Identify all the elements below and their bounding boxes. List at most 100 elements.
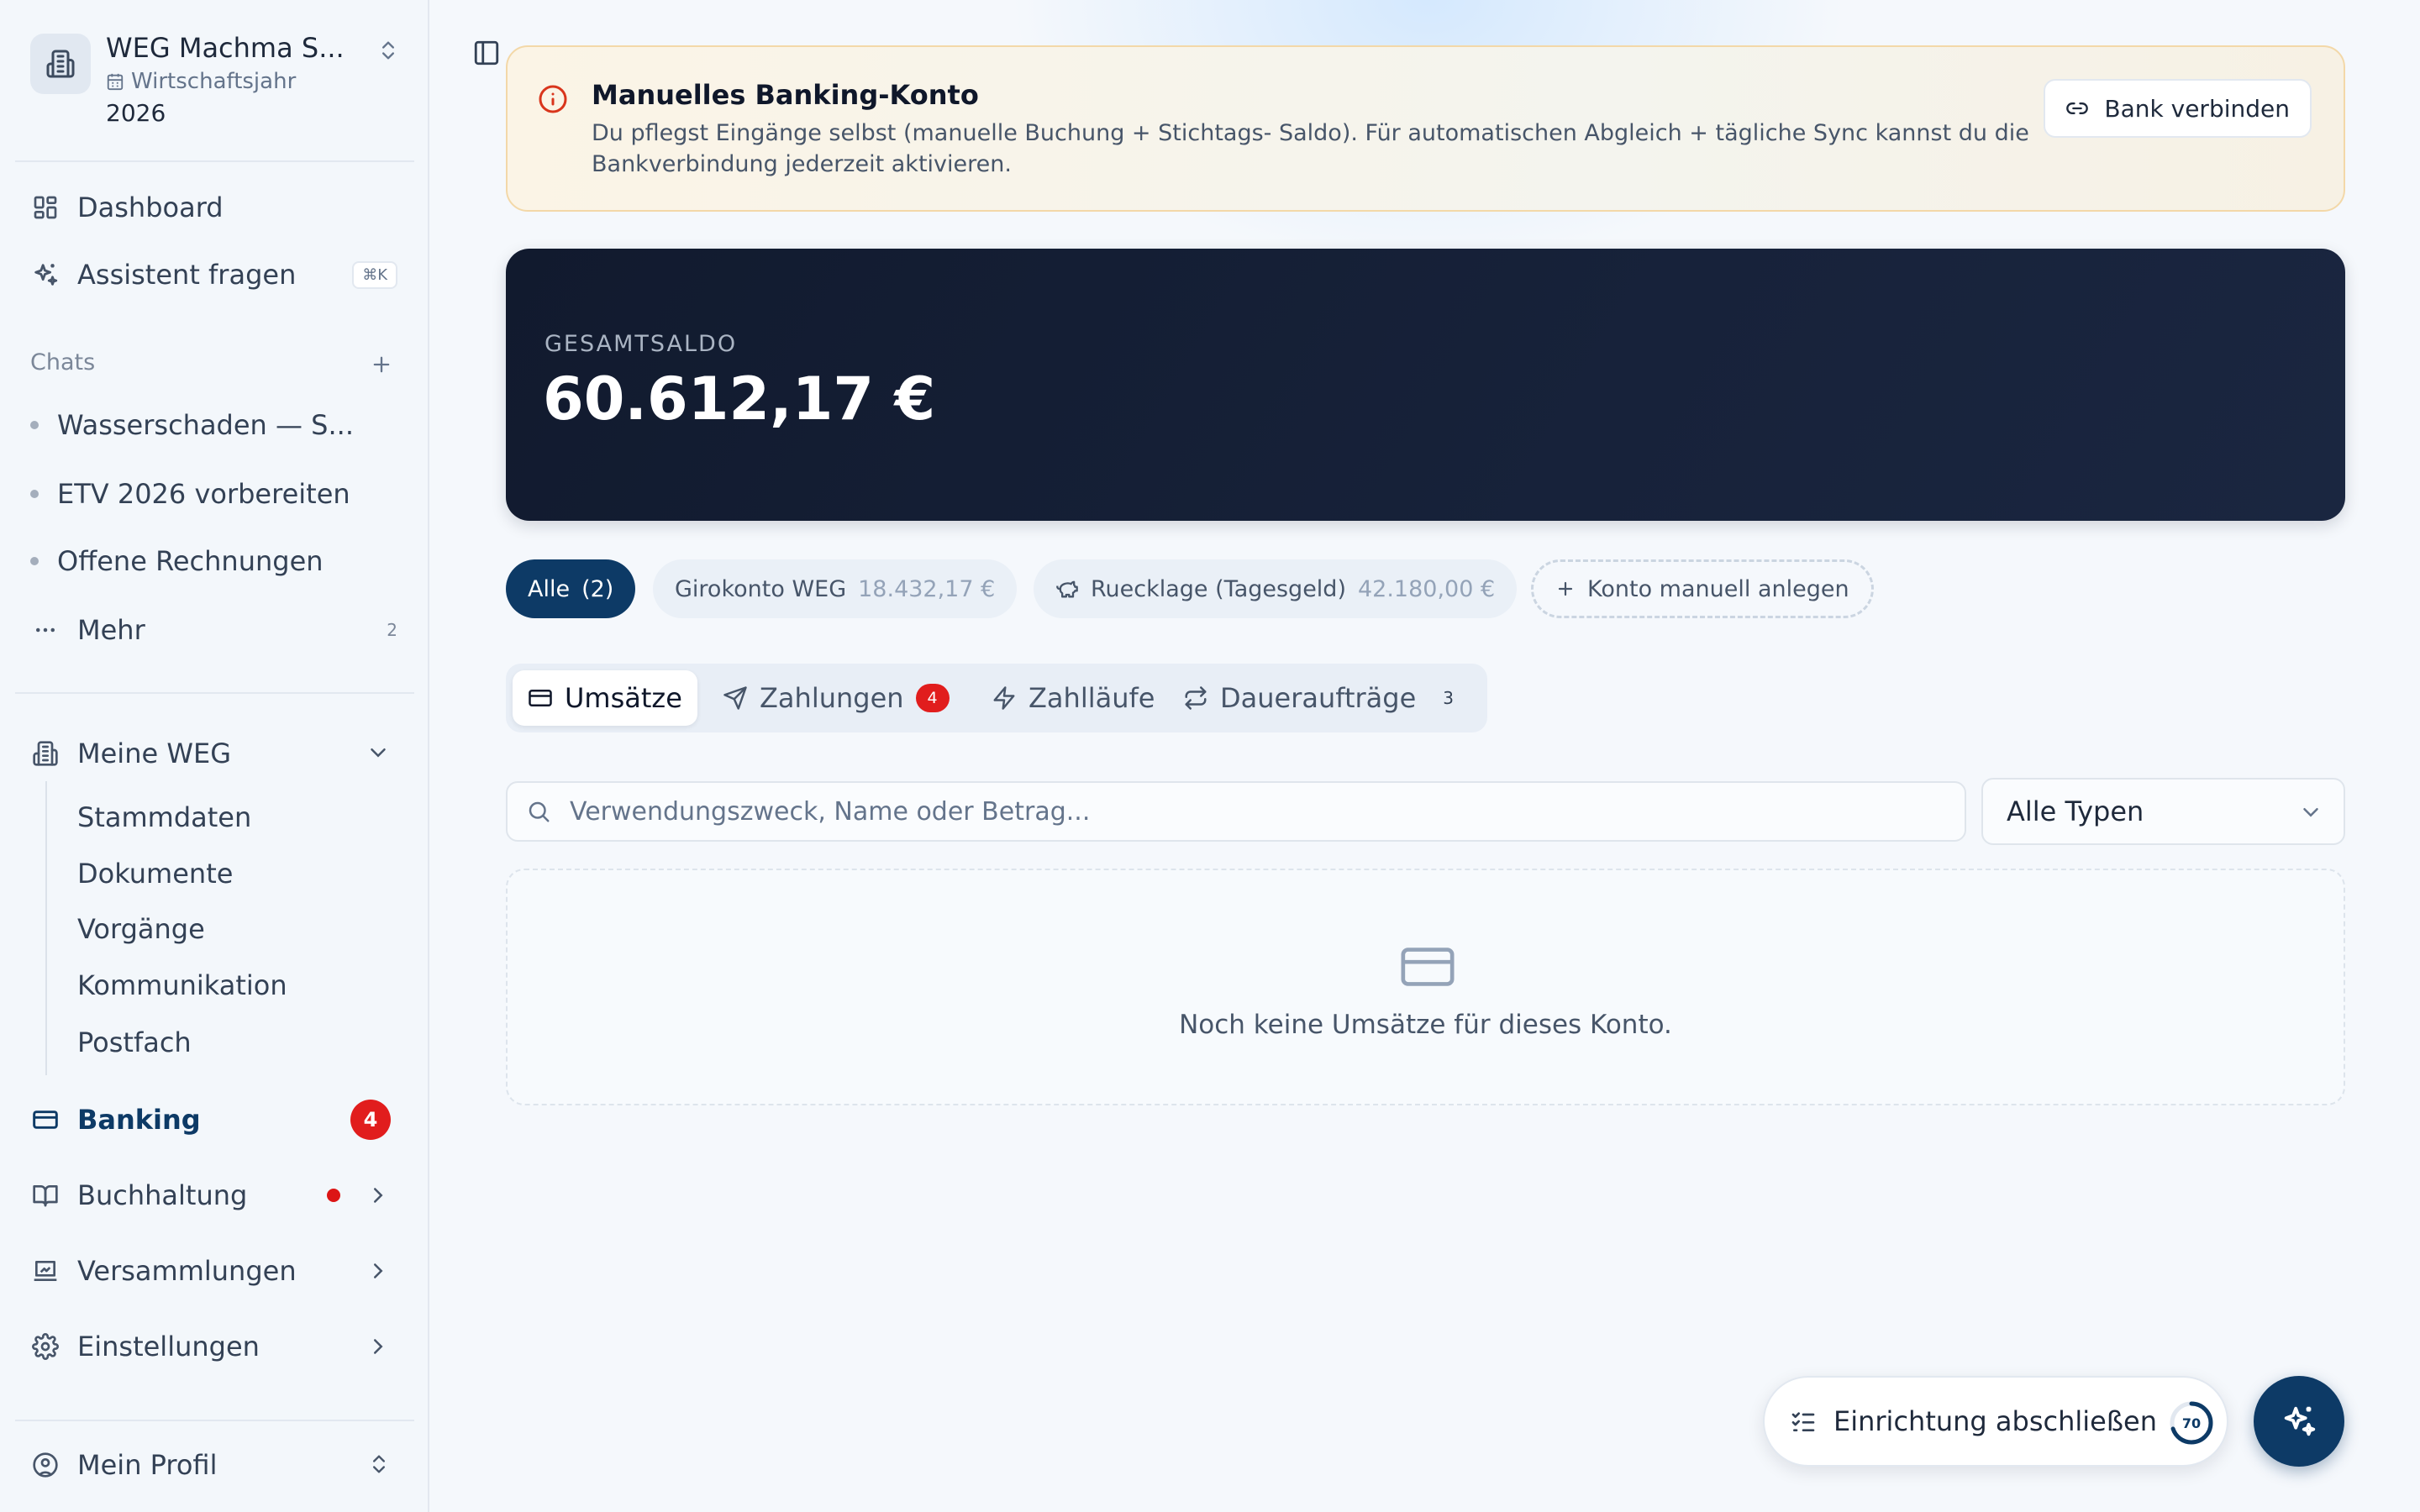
new-chat-plus-icon[interactable] [370, 353, 393, 376]
notification-dot [327, 1189, 340, 1202]
account-chip-amount: 42.180,00 € [1357, 575, 1496, 602]
setup-progress-ring: 70 [2168, 1399, 2215, 1446]
zap-icon [992, 685, 1017, 711]
finish-setup-button[interactable]: Einrichtung abschließen 70 [1763, 1376, 2228, 1467]
building-icon [30, 34, 91, 94]
banner-text: Du pflegst Eingänge selbst (manuelle Buc… [592, 120, 2029, 177]
manual-account-banner: Manuelles Banking-Konto Du pflegst Eingä… [506, 45, 2345, 212]
tab-dauerauftraege-label: Daueraufträge [1220, 682, 1417, 714]
submenu-guide-line [45, 781, 47, 1075]
sidebar-item-postfach[interactable]: Postfach [77, 1026, 192, 1058]
org-switcher[interactable]: WEG Machma S... Wirtschaftsjahr 2026 [30, 30, 400, 131]
nav-dashboard-label: Dashboard [77, 192, 224, 223]
connect-bank-label: Bank verbinden [2104, 94, 2290, 123]
nav-versammlungen[interactable]: Versammlungen [15, 1244, 414, 1298]
standing-orders-count: 3 [1443, 688, 1455, 708]
presentation-icon [30, 1256, 60, 1286]
add-manual-account-label: Konto manuell anlegen [1587, 575, 1849, 602]
credit-card-icon [528, 685, 553, 711]
chats-more[interactable]: Mehr 2 [15, 603, 414, 657]
nav-meine-weg[interactable]: Meine WEG [15, 727, 414, 780]
chats-more-count: 2 [387, 620, 397, 640]
chevron-right-icon [366, 1334, 391, 1359]
total-balance-value: 60.612,17 € [543, 365, 936, 433]
tab-zahllaeufe[interactable]: Zahlläufe [976, 670, 1170, 726]
book-open-icon [30, 1180, 60, 1210]
tab-zahlungen[interactable]: Zahlungen 4 [708, 670, 965, 726]
account-filter-all[interactable]: Alle (2) [506, 559, 636, 618]
send-icon [723, 685, 748, 711]
finish-setup-label: Einrichtung abschließen [1833, 1405, 2157, 1437]
setup-progress-text: 70 [2181, 1415, 2202, 1431]
nav-buchhaltung-label: Buchhaltung [77, 1179, 248, 1211]
sidebar-item-dokumente[interactable]: Dokumente [77, 858, 233, 890]
sidebar-item-stammdaten[interactable]: Stammdaten [77, 801, 251, 833]
nav-meine-weg-label: Meine WEG [77, 738, 231, 769]
nav-einstellungen[interactable]: Einstellungen [15, 1320, 414, 1373]
sidebar: WEG Machma S... Wirtschaftsjahr 2026 Das… [0, 0, 429, 1512]
credit-card-icon [30, 1105, 60, 1135]
info-icon [538, 84, 568, 114]
divider [15, 160, 414, 162]
nav-profile[interactable]: Mein Profil [15, 1438, 414, 1492]
fiscal-year-label: Wirtschaftsjahr [106, 69, 296, 94]
account-chip-ruecklage[interactable]: Ruecklage (Tagesgeld) 42.180,00 € [1034, 559, 1518, 618]
building-icon [30, 738, 60, 769]
total-balance-card: GESAMTSALDO 60.612,17 € [506, 249, 2345, 521]
transactions-empty-state: Noch keine Umsätze für dieses Konto. [506, 869, 2345, 1105]
nav-buchhaltung[interactable]: Buchhaltung [15, 1168, 414, 1222]
chat-item[interactable]: ETV 2026 vorbereiten [30, 469, 400, 519]
search-icon [526, 799, 551, 824]
chat-item[interactable]: Wasserschaden — S... [30, 400, 400, 450]
chevron-down-icon [366, 740, 391, 765]
nav-assistant-label: Assistent fragen [77, 259, 297, 291]
fiscal-year-text: Wirtschaftsjahr [131, 69, 297, 94]
banking-badge: 4 [350, 1100, 391, 1140]
tab-umsaetze[interactable]: Umsätze [513, 670, 697, 726]
chat-item-label: Wasserschaden — S... [57, 409, 354, 441]
chevron-down-icon [2298, 800, 2323, 825]
divider [15, 1420, 414, 1421]
empty-state-text: Noch keine Umsätze für dieses Konto. [1179, 1010, 1672, 1040]
type-filter-value: Alle Typen [2007, 795, 2144, 827]
payments-badge: 4 [915, 684, 950, 712]
banking-tabs: Umsätze Zahlungen 4 Zahlläufe Dauerauftr… [506, 664, 1487, 732]
total-balance-label: GESAMTSALDO [544, 331, 738, 357]
add-manual-account-button[interactable]: Konto manuell anlegen [1531, 559, 1874, 618]
nav-banking-label: Banking [77, 1104, 201, 1136]
nav-assistant[interactable]: Assistent fragen ⌘K [15, 248, 414, 302]
chat-item-label: Offene Rechnungen [57, 545, 324, 577]
chat-dot [30, 557, 39, 565]
chevrons-up-down-icon [367, 1452, 391, 1476]
chat-dot [30, 421, 39, 429]
chevron-right-icon [366, 1258, 391, 1284]
transaction-search[interactable]: Verwendungszweck, Name oder Betrag... [506, 781, 1966, 842]
nav-versammlungen-label: Versammlungen [77, 1255, 297, 1287]
search-input[interactable]: Verwendungszweck, Name oder Betrag... [570, 797, 1090, 827]
connect-bank-button[interactable]: Bank verbinden [2044, 79, 2312, 138]
list-checks-icon [1790, 1408, 1817, 1435]
nav-dashboard[interactable]: Dashboard [15, 181, 414, 234]
account-filter-all-count: (2) [581, 575, 614, 602]
sidebar-toggle-icon[interactable] [472, 39, 501, 67]
user-circle-icon [30, 1450, 60, 1480]
tab-umsaetze-label: Umsätze [565, 682, 682, 714]
nav-profile-label: Mein Profil [77, 1449, 218, 1481]
tab-zahlungen-label: Zahlungen [760, 682, 904, 714]
link-icon [2065, 97, 2089, 120]
sidebar-item-kommunikation[interactable]: Kommunikation [77, 969, 287, 1001]
chevrons-up-down-icon [376, 39, 400, 62]
more-horizontal-icon [30, 615, 60, 645]
sparkles-icon [2280, 1402, 2318, 1441]
account-chip-girokonto[interactable]: Girokonto WEG 18.432,17 € [653, 559, 1018, 618]
tab-zahllaeufe-label: Zahlläufe [1028, 682, 1155, 714]
nav-banking[interactable]: Banking 4 [15, 1093, 414, 1147]
repeat-icon [1183, 685, 1208, 711]
assistant-fab[interactable] [2254, 1376, 2344, 1467]
banner-title: Manuelles Banking-Konto [592, 79, 979, 111]
org-name: WEG Machma S... [106, 32, 345, 64]
tab-dauerauftraege[interactable]: Daueraufträge 3 [1168, 670, 1469, 726]
sidebar-item-vorgaenge[interactable]: Vorgänge [77, 913, 205, 945]
type-filter-select[interactable]: Alle Typen [1981, 778, 2345, 845]
chat-item[interactable]: Offene Rechnungen [30, 536, 400, 586]
